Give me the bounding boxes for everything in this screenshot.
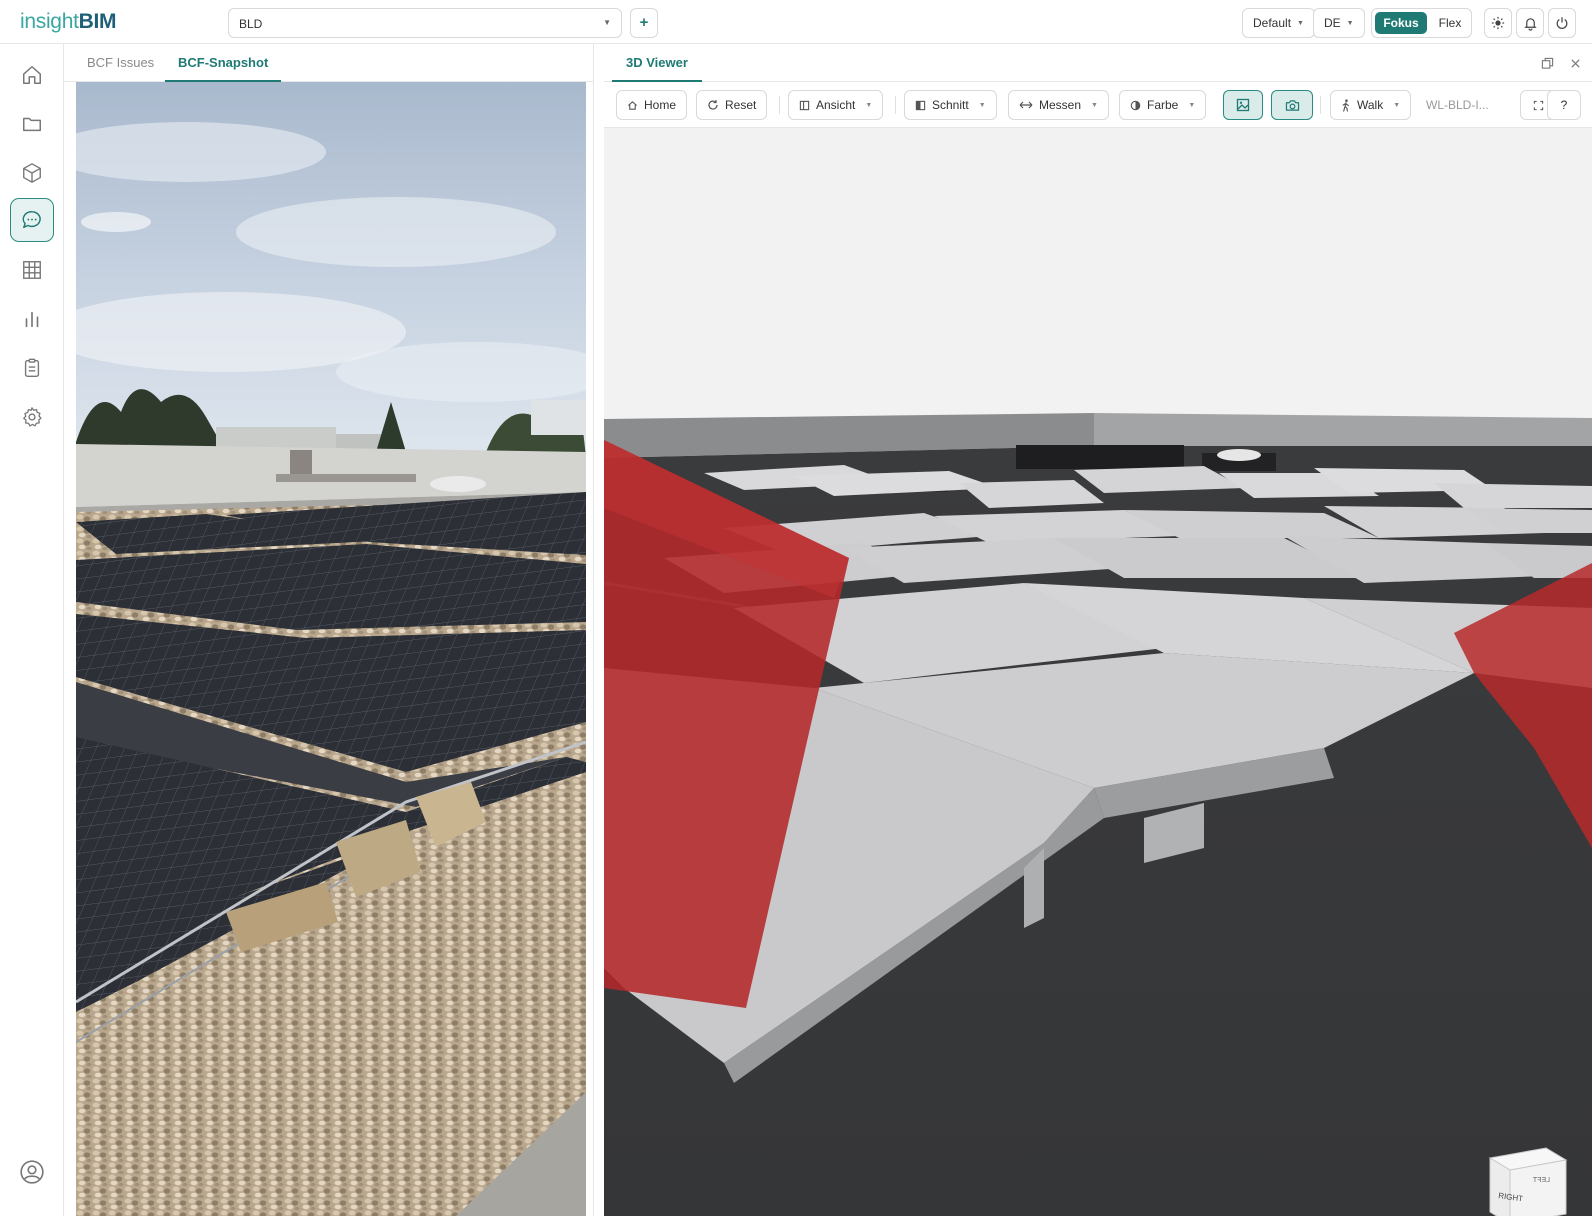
model-name-label: WL-BLD-I... — [1426, 98, 1489, 112]
project-select-value: BLD — [239, 17, 263, 31]
nav-home[interactable] — [10, 53, 54, 97]
walk-menu-button[interactable]: Walk ▼ — [1330, 90, 1412, 120]
tab-bcf-issues[interactable]: BCF Issues — [74, 44, 167, 82]
section-icon — [915, 100, 926, 110]
bcf-snapshot-image — [76, 82, 586, 1216]
toolbar-divider — [895, 96, 896, 114]
logout-button[interactable] — [1548, 8, 1576, 38]
top-bar: insightBIM BLD ▼ + Default ▼ DE ▼ Fokus Fl… — [0, 0, 1592, 44]
popout-button[interactable] — [1539, 55, 1555, 71]
measure-icon — [1019, 101, 1033, 109]
contrast-icon — [1130, 100, 1141, 110]
view-menu-button[interactable]: Ansicht ▼ — [788, 90, 884, 120]
nav-tables[interactable] — [10, 248, 54, 292]
app-logo[interactable]: insightBIM — [20, 10, 116, 34]
theme-toggle-button[interactable] — [1484, 8, 1512, 38]
nav-settings[interactable] — [10, 395, 54, 439]
nav-analytics[interactable] — [10, 297, 54, 341]
toolbar-divider — [779, 96, 780, 114]
mode-fokus-button[interactable]: Fokus — [1375, 12, 1427, 34]
home-icon — [628, 100, 637, 110]
snapshot-overlay-toggle[interactable] — [1223, 90, 1263, 120]
language-select[interactable]: DE ▼ — [1313, 8, 1365, 38]
mode-switch: Fokus Flex — [1371, 8, 1472, 38]
grid-icon — [23, 261, 41, 279]
user-icon — [20, 1160, 44, 1184]
bcf-panel: BCF Issues BCF-Snapshot — [64, 44, 594, 1216]
bar-chart-icon — [25, 311, 39, 328]
chevron-down-icon: ▼ — [978, 101, 986, 109]
model-render — [604, 128, 1592, 1216]
reset-view-button[interactable]: Reset — [696, 90, 768, 120]
viewer-tabs: 3D Viewer — [604, 44, 1592, 82]
chat-icon — [22, 211, 41, 229]
main-navigation — [0, 44, 64, 1216]
add-project-button[interactable]: + — [630, 8, 658, 38]
popout-icon — [1541, 57, 1553, 69]
close-viewer-button[interactable] — [1567, 55, 1583, 71]
profile-select[interactable]: Default ▼ — [1242, 8, 1315, 38]
nav-user-profile[interactable] — [10, 1150, 54, 1194]
camera-icon — [1285, 99, 1299, 111]
measure-menu-button[interactable]: Messen ▼ — [1008, 90, 1109, 120]
clipboard-icon — [24, 358, 40, 377]
viewer-canvas[interactable]: RIGHT LEFT ▭ 3D ⟳ — [604, 128, 1592, 1216]
snapshot-photo — [76, 82, 586, 1216]
layout-icon — [799, 100, 810, 110]
viewer-panel: 3D Viewer Home Reset Ansicht▼ Schnitt▼ — [604, 44, 1592, 1216]
chevron-down-icon: ▼ — [1297, 19, 1304, 27]
chevron-down-icon: ▼ — [1346, 19, 1354, 27]
image-icon — [1236, 98, 1250, 112]
color-menu-button[interactable]: Farbe ▼ — [1119, 90, 1207, 120]
nav-tasks[interactable] — [10, 346, 54, 390]
refresh-icon — [708, 100, 718, 110]
chevron-down-icon: ▼ — [865, 101, 873, 109]
help-icon: ? — [1560, 98, 1568, 112]
nav-bcf[interactable] — [10, 198, 54, 242]
chevron-down-icon: ▼ — [1188, 101, 1196, 109]
bell-icon — [1523, 17, 1537, 31]
chevron-down-icon: ▼ — [1393, 101, 1401, 109]
fullscreen-icon — [1533, 100, 1543, 110]
notifications-button[interactable] — [1516, 8, 1544, 38]
tab-3d-viewer[interactable]: 3D Viewer — [612, 44, 702, 82]
close-icon — [1570, 58, 1580, 68]
nav-documents[interactable] — [10, 102, 54, 146]
section-menu-button[interactable]: Schnitt ▼ — [904, 90, 997, 120]
nav-models[interactable] — [10, 151, 54, 195]
bcf-tabs: BCF Issues BCF-Snapshot — [64, 44, 594, 82]
power-icon — [1556, 17, 1568, 29]
project-select[interactable]: BLD ▼ — [228, 8, 622, 38]
walk-icon — [1342, 98, 1349, 112]
chevron-down-icon: ▼ — [603, 18, 611, 27]
sun-icon — [1491, 16, 1505, 30]
camera-toggle[interactable] — [1271, 90, 1313, 120]
navcube-left-label: LEFT — [1532, 1177, 1550, 1184]
cube-icon — [23, 163, 41, 183]
tab-bcf-snapshot[interactable]: BCF-Snapshot — [165, 44, 282, 82]
home-view-button[interactable]: Home — [616, 90, 688, 120]
folder-icon — [23, 117, 41, 132]
mode-flex-button[interactable]: Flex — [1430, 12, 1470, 34]
home-icon — [23, 66, 41, 84]
chevron-down-icon: ▼ — [1091, 101, 1098, 109]
navigation-cube[interactable]: RIGHT LEFT — [1476, 1138, 1576, 1216]
viewer-toolbar: Home Reset Ansicht ▼ Schnitt ▼ Messen ▼ Far… — [604, 82, 1592, 128]
help-button[interactable]: ? — [1547, 90, 1581, 120]
toolbar-divider — [1320, 96, 1321, 114]
gear-icon — [23, 407, 42, 427]
